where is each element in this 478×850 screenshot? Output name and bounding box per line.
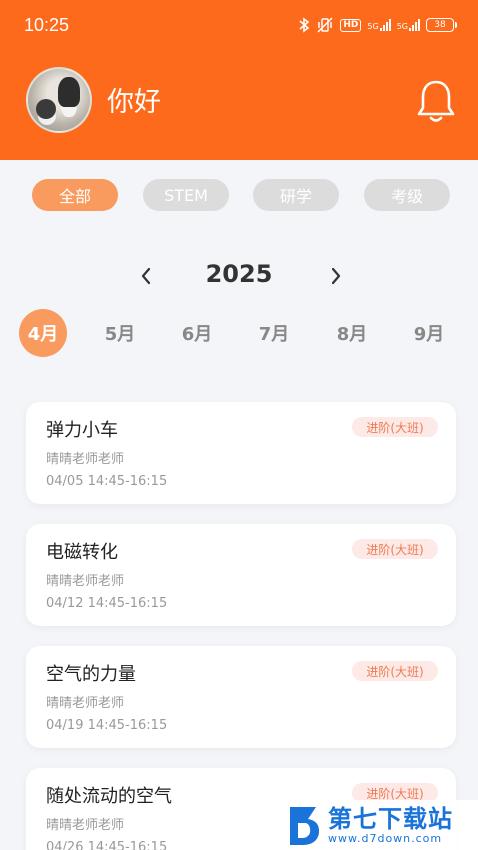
- course-teacher: 晴晴老师老师: [46, 818, 125, 833]
- month-tab-may[interactable]: 5月: [96, 309, 144, 357]
- signal-2: 5G: [397, 19, 420, 31]
- cat-photo-part: [36, 99, 56, 119]
- network-2-label: 5G: [396, 22, 408, 31]
- chevron-left-icon: [141, 267, 151, 285]
- year-label: 2025: [205, 260, 273, 288]
- course-level-badge: 进阶(大班): [352, 539, 438, 559]
- course-time: 04/26 14:45-16:15: [46, 840, 168, 850]
- chevron-right-icon: [331, 267, 341, 285]
- category-filters: 全部 STEM 研学 考级: [0, 179, 478, 211]
- year-selector: 2025: [0, 258, 478, 294]
- status-icons: HD 5G 5G 38: [298, 17, 457, 33]
- course-title: 随处流动的空气: [46, 786, 172, 807]
- course-title: 弹力小车: [46, 420, 118, 441]
- avatar[interactable]: [26, 67, 92, 133]
- filter-chip-stem[interactable]: STEM: [143, 179, 229, 211]
- course-teacher: 晴晴老师老师: [46, 452, 125, 467]
- watermark: 第七下载站 www.d7down.com: [284, 800, 478, 850]
- course-teacher: 晴晴老师老师: [46, 696, 125, 711]
- vibrate-mute-icon: [317, 17, 333, 33]
- filter-chip-exam[interactable]: 考级: [364, 179, 450, 211]
- course-card[interactable]: 弹力小车 进阶(大班) 晴晴老师老师 04/05 14:45-16:15: [26, 402, 456, 504]
- network-1-label: 5G: [367, 22, 379, 31]
- app-header: 10:25 HD 5G 5G 38 你好: [0, 0, 478, 160]
- watermark-url: www.d7down.com: [328, 831, 443, 845]
- month-tab-september[interactable]: 9月: [405, 309, 453, 357]
- signal-bars-icon: [379, 19, 391, 31]
- previous-year-button[interactable]: [134, 262, 158, 290]
- course-level-badge: 进阶(大班): [352, 661, 438, 681]
- course-title: 电磁转化: [46, 542, 118, 563]
- battery-icon: 38: [426, 18, 457, 32]
- filter-chip-all[interactable]: 全部: [32, 179, 118, 211]
- month-selector: 4月 5月 6月 7月 8月 9月: [0, 309, 478, 357]
- next-year-button[interactable]: [324, 262, 348, 290]
- battery-level: 38: [434, 20, 446, 30]
- signal-bars-icon: [409, 19, 420, 31]
- month-tab-august[interactable]: 8月: [328, 309, 376, 357]
- course-card[interactable]: 电磁转化 进阶(大班) 晴晴老师老师 04/12 14:45-16:15: [26, 524, 456, 626]
- watermark-title: 第七下载站: [328, 804, 453, 833]
- signal-1: 5G: [367, 19, 391, 31]
- hd-badge: HD: [340, 18, 362, 32]
- month-tab-april[interactable]: 4月: [19, 309, 67, 357]
- watermark-logo-icon: [290, 807, 320, 845]
- course-level-badge: 进阶(大班): [352, 417, 438, 437]
- cat-photo-part: [58, 77, 80, 107]
- bluetooth-icon: [299, 17, 310, 33]
- status-bar: 10:25 HD 5G 5G 38: [0, 0, 478, 50]
- month-tab-june[interactable]: 6月: [173, 309, 221, 357]
- course-card[interactable]: 空气的力量 进阶(大班) 晴晴老师老师 04/19 14:45-16:15: [26, 646, 456, 748]
- status-time: 10:25: [24, 14, 70, 35]
- course-teacher: 晴晴老师老师: [46, 574, 125, 589]
- course-time: 04/19 14:45-16:15: [46, 718, 168, 733]
- bell-icon[interactable]: [414, 78, 458, 124]
- course-title: 空气的力量: [46, 664, 136, 685]
- filter-chip-study-tour[interactable]: 研学: [253, 179, 339, 211]
- course-time: 04/05 14:45-16:15: [46, 474, 168, 489]
- month-tab-july[interactable]: 7月: [250, 309, 298, 357]
- greeting-text: 你好: [107, 87, 161, 118]
- course-time: 04/12 14:45-16:15: [46, 596, 168, 611]
